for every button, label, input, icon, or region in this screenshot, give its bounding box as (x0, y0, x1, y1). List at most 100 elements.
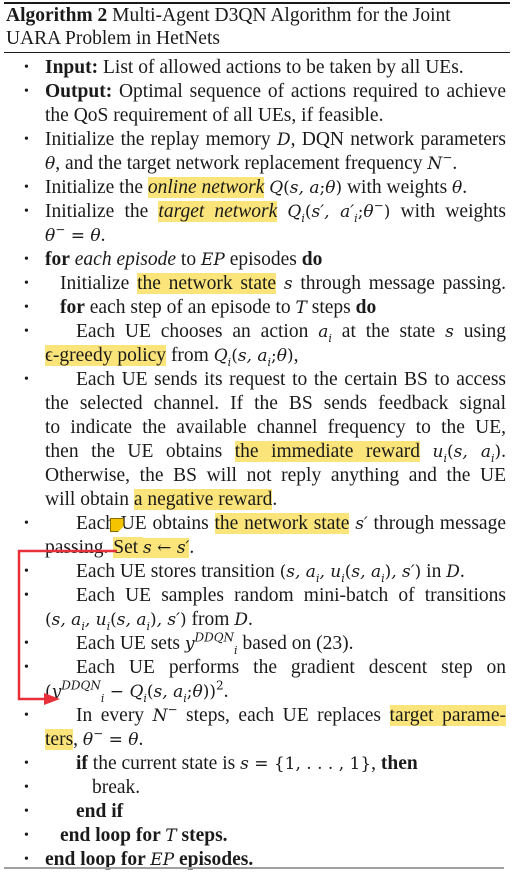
text-run: from (166, 345, 214, 366)
text-run: Output: (45, 81, 113, 102)
algorithm-line-replace2: ters, θ− = θ. (0, 728, 514, 752)
line-text: Each UE stores transition (s, ai, ui(s, … (76, 560, 465, 584)
text-run: episodes (224, 249, 302, 270)
text-run: Input: (45, 57, 99, 78)
math-expression: , s′ (156, 610, 181, 630)
line-text: Initialize the replay memory D, DQN netw… (45, 128, 506, 152)
text-run: . (223, 681, 229, 702)
text-run: , DQN network parameters (290, 129, 506, 150)
highlight-annotation[interactable]: target network (158, 201, 278, 222)
math-expression: ) (287, 346, 294, 366)
math-expression: s (283, 274, 293, 294)
line-text: Input: List of allowed actions to be tak… (45, 56, 464, 80)
text-run: . (462, 177, 468, 198)
math-expression: ( (146, 682, 154, 702)
math-expression: D (276, 130, 291, 150)
line-text: θ− = θ. (45, 224, 106, 248)
math-expression: θ (128, 730, 139, 750)
bullet-icon: • (24, 204, 29, 219)
bullet-icon: • (24, 300, 29, 315)
algorithm-line-init-state: • Initialize the network state s through … (0, 272, 514, 296)
math-expression: Q (213, 346, 228, 366)
line-text: end loop for T steps. (60, 824, 228, 848)
line-text: Each UE chooses an action ai at the stat… (76, 320, 506, 344)
text-run: the selected channel. If the BS sends fe… (45, 393, 506, 414)
algorithm-line-init-target1: • Initialize the target network Qi(s′, a′… (0, 200, 514, 224)
math-expression: ( (231, 346, 238, 366)
text-run: end if (76, 801, 124, 822)
algorithm-line-obtain2: passing. Set s ← s′. (0, 536, 514, 560)
highlight-annotation[interactable]: target parame- (389, 705, 506, 726)
text-run: , and the target network replacement fre… (55, 153, 428, 174)
algorithm-line-break: • break. (0, 776, 514, 800)
bullet-icon: • (24, 276, 29, 291)
line-text: for each episode to EP episodes do (45, 248, 322, 272)
math-expression: ( (283, 178, 290, 198)
text-run (420, 441, 433, 462)
math-expression: ( (304, 202, 312, 222)
bullet-icon: • (24, 252, 29, 267)
highlight-annotation[interactable]: the network state (214, 513, 350, 534)
text-run: if (76, 753, 88, 774)
line-text: Otherwise, the BS will not reply anythin… (45, 464, 506, 488)
line-text: (s, ai, ui(s, ai), s′) from D. (45, 608, 253, 632)
bullet-icon: • (24, 708, 29, 723)
text-run: Initialize the (45, 201, 159, 222)
text-run: . (100, 225, 106, 246)
algorithm-line-init-replay2: θ, and the target network replacement fr… (0, 152, 514, 176)
text-run: with weights (390, 201, 506, 222)
math-expression: θ (192, 682, 203, 702)
math-expression: θ (82, 730, 94, 750)
algorithm-caption: Algorithm 2 Multi-Agent D3QN Algorithm f… (6, 4, 508, 50)
math-expression: , s′ (391, 562, 415, 582)
math-expression: s, a (237, 346, 268, 366)
algorithm-label: Algorithm 2 (6, 5, 108, 26)
algorithm-line-end-if: • end if (0, 800, 514, 824)
bullet-icon: • (24, 804, 29, 819)
math-expression: 2 (216, 678, 224, 693)
text-run: steps (306, 297, 356, 318)
text-run: . (138, 729, 144, 750)
highlight-annotation[interactable]: s ← s′ (143, 538, 190, 558)
algorithm-title-line1: Multi-Agent D3QN Algorithm for the Joint (112, 5, 451, 26)
text-run: Initialize the (45, 177, 148, 198)
highlight-annotation[interactable]: a negative reward (133, 489, 273, 510)
bullet-icon: • (24, 372, 29, 387)
algorithm-line-init-target2: θ− = θ. (0, 224, 514, 248)
text-run: . (272, 489, 278, 510)
highlight-annotation[interactable]: the network state (137, 273, 277, 294)
line-text: then the UE obtains the immediate reward… (45, 440, 506, 464)
text-run: the current state is (87, 753, 241, 774)
bullet-icon: • (24, 516, 29, 531)
sticky-note-icon[interactable] (110, 518, 124, 532)
algorithm-line-send4: then the UE obtains the immediate reward… (0, 440, 514, 464)
bullet-icon: • (24, 756, 29, 771)
bottom-rule (4, 867, 504, 869)
text-run: . (501, 441, 507, 462)
math-expression: − (55, 222, 66, 237)
line-text: will obtain a negative reward. (45, 488, 277, 512)
algorithm-line-send6: will obtain a negative reward. (0, 488, 514, 512)
line-text: the QoS requirement of all UEs, if feasi… (45, 104, 383, 128)
line-text: if the current state is s = {1, . . . , … (76, 752, 418, 776)
algorithm-line-send5: Otherwise, the BS will not reply anythin… (0, 464, 514, 488)
highlight-annotation[interactable]: ters (45, 729, 74, 750)
highlight-annotation[interactable]: online network (147, 177, 265, 198)
math-expression: θ (45, 154, 56, 174)
text-run: then (380, 753, 418, 774)
highlight-annotation[interactable]: Set (113, 537, 144, 558)
line-text: Initialize the online network Q(s, a;θ) … (45, 176, 467, 200)
text-run: passing. (45, 537, 114, 558)
highlight-annotation[interactable]: ϵ-greedy policy (45, 345, 167, 366)
algorithm-line-replace1: • In every N− steps, each UE replaces tar… (0, 704, 514, 728)
text-run: to indicate the available channel freque… (45, 417, 506, 438)
line-text: break. (92, 776, 140, 800)
highlight-annotation[interactable]: the immediate reward (234, 441, 421, 462)
math-expression: − (104, 682, 130, 702)
math-expression: N (427, 154, 443, 174)
bullet-icon: • (24, 324, 29, 339)
algorithm-line-for-step: • for each step of an episode to T steps … (0, 296, 514, 320)
text-run: , (293, 345, 299, 366)
line-text: the selected channel. If the BS sends fe… (45, 392, 506, 416)
algorithm-line-output2: the QoS requirement of all UEs, if feasi… (0, 104, 514, 128)
